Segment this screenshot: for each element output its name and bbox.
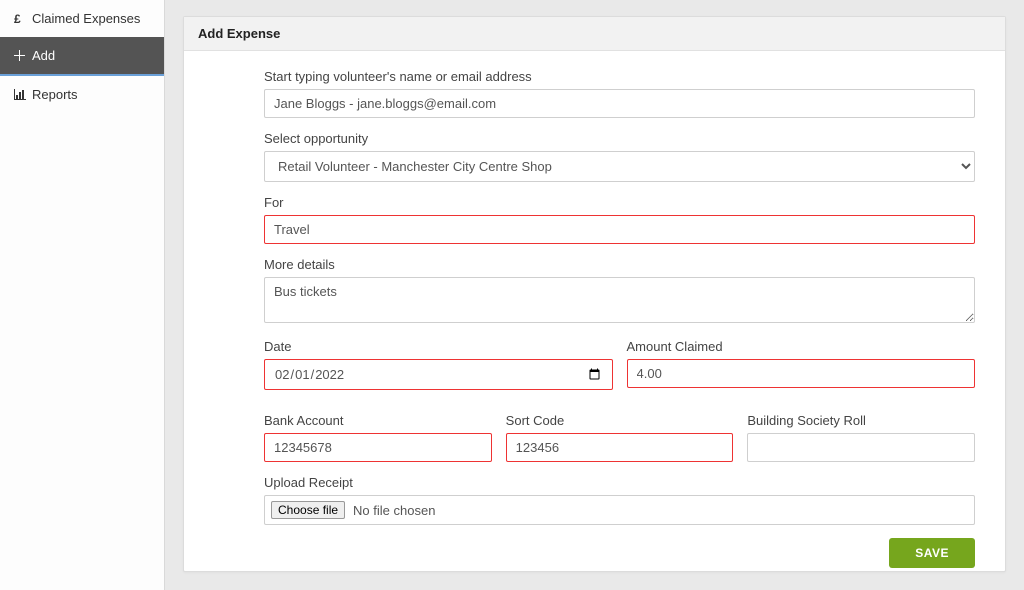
form-actions: SAVE [264,538,975,568]
building-society-label: Building Society Roll [747,413,975,428]
choose-file-button[interactable]: Choose file [271,501,345,519]
more-details-label: More details [264,257,975,272]
date-label: Date [264,339,613,354]
sidebar-item-add[interactable]: Add [0,37,164,76]
bank-row: Bank Account Sort Code Building Society … [264,413,975,475]
file-input-wrap[interactable]: Choose file No file chosen [264,495,975,525]
add-expense-panel: Add Expense Start typing volunteer's nam… [183,16,1006,572]
date-input[interactable] [264,359,613,390]
sidebar-item-label: Reports [32,87,78,102]
volunteer-input[interactable] [264,89,975,118]
sidebar-item-claimed-expenses[interactable]: £ Claimed Expenses [0,0,164,37]
sort-code-input[interactable] [506,433,734,462]
panel-body: Start typing volunteer's name or email a… [184,51,1005,571]
sidebar-item-label: Claimed Expenses [32,11,140,26]
plus-icon [13,50,26,61]
building-society-group: Building Society Roll [747,413,975,462]
for-label: For [264,195,975,210]
sidebar-item-reports[interactable]: Reports [0,76,164,113]
date-amount-row: Date Amount Claimed [264,339,975,403]
upload-label: Upload Receipt [264,475,975,490]
opportunity-label: Select opportunity [264,131,975,146]
save-button[interactable]: SAVE [889,538,975,568]
file-status-text: No file chosen [353,503,435,518]
sidebar-item-label: Add [32,48,55,63]
for-group: For [264,195,975,244]
pound-icon: £ [13,13,26,25]
upload-group: Upload Receipt Choose file No file chose… [264,475,975,525]
amount-label: Amount Claimed [627,339,976,354]
opportunity-select[interactable]: Retail Volunteer - Manchester City Centr… [264,151,975,182]
volunteer-group: Start typing volunteer's name or email a… [264,69,975,118]
date-group: Date [264,339,613,390]
main-content: Add Expense Start typing volunteer's nam… [165,0,1024,590]
more-details-textarea[interactable]: Bus tickets [264,277,975,323]
panel-title: Add Expense [184,17,1005,51]
svg-text:£: £ [14,13,21,25]
amount-input[interactable] [627,359,976,388]
sort-code-label: Sort Code [506,413,734,428]
bank-account-group: Bank Account [264,413,492,462]
bank-account-input[interactable] [264,433,492,462]
for-input[interactable] [264,215,975,244]
bank-account-label: Bank Account [264,413,492,428]
opportunity-group: Select opportunity Retail Volunteer - Ma… [264,131,975,182]
chart-icon [13,89,26,100]
sort-code-group: Sort Code [506,413,734,462]
volunteer-label: Start typing volunteer's name or email a… [264,69,975,84]
amount-group: Amount Claimed [627,339,976,390]
sidebar: £ Claimed Expenses Add Reports [0,0,165,590]
building-society-input[interactable] [747,433,975,462]
more-details-group: More details Bus tickets [264,257,975,326]
